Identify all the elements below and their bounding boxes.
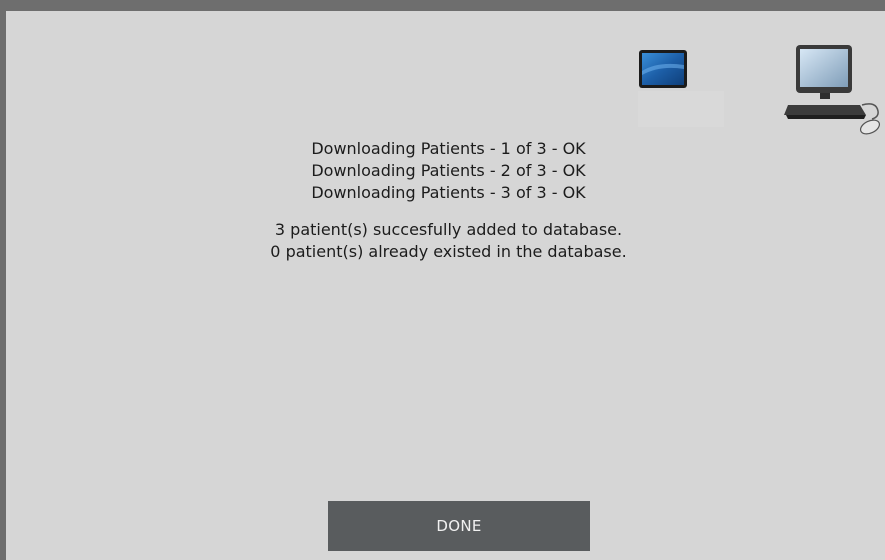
- download-status-messages: Downloading Patients - 1 of 3 - OK Downl…: [6, 138, 885, 263]
- download-status-line: Downloading Patients - 1 of 3 - OK: [311, 139, 586, 158]
- summary-existing-line: 0 patient(s) already existed in the data…: [270, 242, 627, 261]
- desktop-computer-icon: [784, 45, 881, 135]
- done-button[interactable]: DONE: [328, 501, 590, 551]
- summary-added-line: 3 patient(s) succesfully added to databa…: [274, 220, 623, 239]
- app-window: Downloading Patients - 1 of 3 - OK Downl…: [0, 0, 885, 560]
- download-status-line: Downloading Patients - 3 of 3 - OK: [311, 183, 586, 202]
- download-status-line: Downloading Patients - 2 of 3 - OK: [311, 161, 586, 180]
- tablet-icon-backdrop: [638, 91, 724, 127]
- tablet-icon: [639, 50, 687, 88]
